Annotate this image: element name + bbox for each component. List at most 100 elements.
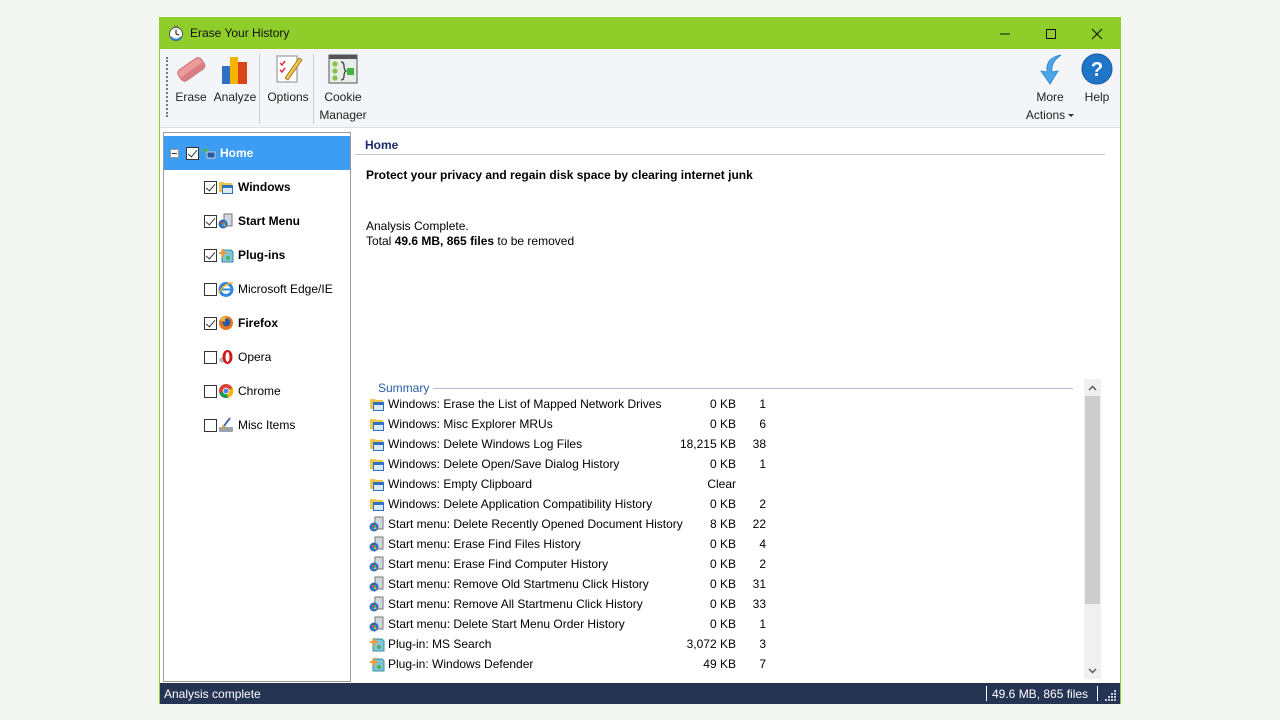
start-menu-icon: [369, 536, 384, 552]
summary-row[interactable]: Start menu: Erase Find Computer History 0…: [365, 554, 1065, 574]
firefox-icon: [219, 316, 233, 330]
summary-row[interactable]: Windows: Misc Explorer MRUs 0 KB 6: [365, 414, 1065, 434]
cookie-manager-button[interactable]: Cookie Manager: [318, 52, 368, 124]
summary-list: Windows: Erase the List of Mapped Networ…: [365, 394, 1065, 679]
summary-row[interactable]: Windows: Empty Clipboard Clear: [365, 474, 1065, 494]
windows-folder-icon: [370, 439, 384, 451]
tree-item-home[interactable]: Home: [164, 136, 350, 170]
summary-row[interactable]: Windows: Delete Open/Save Dialog History…: [365, 454, 1065, 474]
analyze-button[interactable]: Analyze: [213, 52, 257, 106]
summary-row-size: 0 KB: [709, 557, 736, 571]
status-total: 49.6 MB, 865 files: [992, 687, 1089, 701]
summary-row[interactable]: Start menu: Remove Old Startmenu Click H…: [365, 574, 1065, 594]
windows-folder-icon: [370, 399, 384, 411]
scroll-up-button[interactable]: [1084, 379, 1101, 396]
bar-chart-icon: [222, 57, 247, 84]
collapse-toggle[interactable]: [170, 148, 179, 158]
summary-row[interactable]: Windows: Delete Application Compatibilit…: [365, 494, 1065, 514]
summary-row-count: 1: [759, 457, 766, 471]
erase-button[interactable]: Erase: [172, 52, 210, 106]
content-pane: Home Protect your privacy and regain dis…: [355, 132, 1120, 682]
options-button[interactable]: Options: [264, 52, 312, 106]
analysis-total: Total 49.6 MB, 865 files to be removed: [366, 234, 574, 248]
misc-broom-icon: [219, 417, 233, 432]
tree-item-opera[interactable]: Opera: [164, 340, 350, 374]
summary-scrollbar[interactable]: [1084, 379, 1101, 679]
start-menu-icon: [369, 596, 384, 612]
status-separator: [986, 686, 987, 701]
tree-item-windows[interactable]: Windows: [164, 170, 350, 204]
start-menu-icon: [369, 576, 384, 592]
analysis-status: Analysis Complete.: [366, 219, 469, 233]
title-bar[interactable]: Erase Your History: [160, 18, 1120, 49]
more-actions-label-2: Actions: [1025, 108, 1066, 122]
summary-row-label: Start menu: Delete Recently Opened Docum…: [388, 517, 683, 531]
scroll-down-button[interactable]: [1084, 662, 1101, 679]
checkbox-opera[interactable]: [204, 350, 217, 364]
more-actions-button[interactable]: More Actions: [1022, 52, 1078, 124]
resize-grip-icon[interactable]: [1105, 689, 1117, 701]
summary-row[interactable]: Start menu: Erase Find Files History 0 KB…: [365, 534, 1065, 554]
scroll-thumb[interactable]: [1085, 396, 1100, 604]
summary-row-size: Clear: [707, 477, 736, 491]
total-prefix: Total: [366, 234, 395, 248]
maximize-button[interactable]: [1028, 18, 1074, 49]
summary-row-count: 4: [759, 537, 766, 551]
tree-item-misc-items[interactable]: Misc Items: [164, 408, 350, 442]
summary-row-count: 3: [759, 637, 766, 651]
more-actions-label-1: More: [1036, 90, 1064, 104]
summary-row-label: Start menu: Erase Find Computer History: [388, 557, 609, 571]
summary-row-label: Windows: Misc Explorer MRUs: [388, 417, 553, 431]
tree-item-edge-ie[interactable]: Microsoft Edge/IE: [164, 272, 350, 306]
summary-row-label: Start menu: Delete Start Menu Order Hist…: [388, 617, 625, 631]
summary-row-size: 8 KB: [709, 517, 736, 531]
checkbox-windows[interactable]: [204, 180, 217, 194]
status-bar: Analysis complete 49.6 MB, 865 files: [160, 683, 1120, 704]
options-label: Options: [267, 90, 309, 104]
summary-row-size: 18,215 KB: [679, 437, 736, 451]
tree-label: Chrome: [238, 384, 281, 398]
checkbox-plug-ins[interactable]: [204, 248, 217, 262]
plugin-icon: [370, 638, 385, 652]
checkbox-home[interactable]: [186, 146, 199, 160]
summary-row-size: 3,072 KB: [686, 637, 736, 651]
summary-row-count: 1: [759, 397, 766, 411]
summary-row[interactable]: Plug-in: MS Search 3,072 KB 3: [365, 634, 1065, 654]
checkbox-edge-ie[interactable]: [204, 282, 217, 296]
summary-row-size: 0 KB: [709, 457, 736, 471]
tree-label: Microsoft Edge/IE: [238, 282, 333, 296]
summary-row-size: 0 KB: [709, 577, 736, 591]
tree-label: Start Menu: [238, 214, 301, 228]
summary-row-count: 38: [752, 437, 766, 451]
tree-item-plug-ins[interactable]: Plug-ins: [164, 238, 350, 272]
tree-item-chrome[interactable]: Chrome: [164, 374, 350, 408]
summary-row[interactable]: Windows: Erase the List of Mapped Networ…: [365, 394, 1065, 414]
checkbox-chrome[interactable]: [204, 384, 217, 398]
summary-row[interactable]: Start menu: Remove All Startmenu Click H…: [365, 594, 1065, 614]
toolbar-grip[interactable]: [166, 57, 168, 117]
start-menu-icon: [369, 556, 384, 572]
ie-icon: [218, 282, 234, 297]
summary-row-size: 0 KB: [709, 617, 736, 631]
summary-row[interactable]: Plug-in: Windows Defender 49 KB 7: [365, 654, 1065, 674]
summary-row-label: Plug-in: MS Search: [388, 637, 492, 651]
close-icon: [1091, 28, 1103, 39]
content-title: Home: [365, 138, 399, 152]
windows-folder-icon: [219, 182, 233, 194]
close-button[interactable]: [1074, 18, 1120, 49]
checkbox-misc-items[interactable]: [204, 418, 217, 432]
summary-row-size: 0 KB: [709, 497, 736, 511]
checkbox-firefox[interactable]: [204, 316, 217, 330]
summary-row[interactable]: Start menu: Delete Recently Opened Docum…: [365, 514, 1065, 534]
tree-item-firefox[interactable]: Firefox: [164, 306, 350, 340]
summary-row[interactable]: Start menu: Delete Start Menu Order Hist…: [365, 614, 1065, 634]
toolbar-separator: [259, 54, 260, 124]
tree-item-start-menu[interactable]: Start Menu: [164, 204, 350, 238]
tree-label: Opera: [238, 350, 272, 364]
total-value: 49.6 MB, 865 files: [394, 234, 495, 248]
help-button[interactable]: ? Help: [1078, 52, 1116, 106]
summary-row[interactable]: Windows: Delete Windows Log Files 18,215 …: [365, 434, 1065, 454]
minimize-button[interactable]: [982, 18, 1028, 49]
checkbox-start-menu[interactable]: [204, 214, 217, 228]
more-actions-arrow-icon: [1040, 54, 1062, 85]
